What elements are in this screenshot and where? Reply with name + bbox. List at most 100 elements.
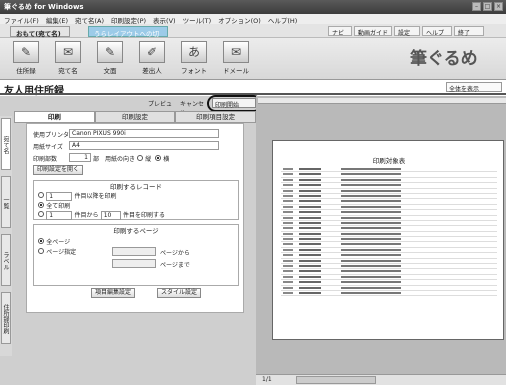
- font-icon: あ: [181, 41, 207, 63]
- rec-from-label: 件目以降を印刷: [74, 193, 117, 200]
- orient-landscape[interactable]: 横: [155, 154, 169, 163]
- preview-button[interactable]: プレビュー: [146, 98, 176, 117]
- records-title: 印刷するレコード: [110, 183, 162, 191]
- page-from-input[interactable]: [112, 247, 156, 256]
- mail-button[interactable]: ✉ ドメール: [218, 41, 254, 77]
- addressbook-button[interactable]: ✎ 住所録: [8, 41, 44, 77]
- copies-unit: 部: [93, 156, 100, 163]
- help-button[interactable]: ヘルプ: [422, 26, 452, 37]
- sender-label: 差出人: [142, 67, 162, 75]
- app-logo: 筆ぐるめ: [410, 49, 478, 69]
- minimize-icon[interactable]: –: [472, 2, 481, 11]
- paper-select[interactable]: A4: [69, 141, 219, 150]
- font-label: フォント: [181, 67, 207, 75]
- sender-button[interactable]: ✐ 差出人: [134, 41, 170, 77]
- title-bar: 筆ぐるめ for Windows: [0, 0, 506, 14]
- page-to-input[interactable]: [112, 259, 156, 268]
- mail-icon: ✉: [223, 41, 249, 63]
- page-from-label: ページから: [160, 250, 190, 257]
- page-all-option[interactable]: 全ページ: [38, 237, 70, 246]
- cancel-button[interactable]: キャンセル: [178, 98, 208, 117]
- addressbook-icon: ✎: [13, 41, 39, 63]
- page-all-label: 全ページ: [46, 239, 71, 246]
- rec-option-all[interactable]: 全て印刷: [38, 201, 70, 210]
- menu-help[interactable]: ヘルプ(H): [268, 15, 297, 25]
- radio-page-all[interactable]: [38, 238, 44, 244]
- rec-range-end[interactable]: 10: [100, 211, 121, 220]
- page-to-label: ページまで: [160, 262, 190, 269]
- radio-rec-from[interactable]: [38, 192, 44, 198]
- vtab-list[interactable]: 一覧: [1, 176, 11, 228]
- exit-button[interactable]: 終了: [454, 26, 484, 37]
- radio-portrait[interactable]: [137, 155, 143, 161]
- horizontal-scrollbar[interactable]: [296, 376, 376, 384]
- highlight-circle: [207, 95, 262, 112]
- maximize-icon[interactable]: □: [483, 2, 492, 11]
- rec-option-from[interactable]: 1 件目以降を印刷: [38, 191, 116, 201]
- menu-file[interactable]: ファイル(F): [4, 15, 39, 25]
- portrait-label: 縦: [145, 156, 152, 163]
- menu-bar: ファイル(F) 編集(E) 宛て名(A) 印刷設定(P) 表示(V) ツール(T…: [0, 14, 506, 25]
- paper-label: 用紙サイズ: [33, 144, 63, 151]
- page-specified-option[interactable]: ページ指定: [38, 247, 76, 256]
- preview-page: 印刷対象表: [272, 140, 504, 340]
- style-settings-button[interactable]: スタイル設定: [157, 288, 202, 298]
- window-controls: – □ ×: [472, 2, 503, 11]
- copies-stepper[interactable]: 1: [69, 153, 91, 162]
- settings-button[interactable]: 設定: [394, 26, 420, 37]
- printer-settings-button[interactable]: 印刷設定を開く: [33, 165, 84, 175]
- menu-print-settings[interactable]: 印刷設定(P): [111, 15, 146, 25]
- close-icon[interactable]: ×: [494, 2, 503, 11]
- rec-all-label: 全て印刷: [46, 203, 71, 210]
- copies-label: 印刷部数: [33, 156, 58, 163]
- rec-option-range[interactable]: 1 件目から 10 件目を印刷する: [38, 210, 165, 220]
- ruler: [258, 98, 506, 104]
- rec-range-mid: 件目から: [74, 212, 99, 219]
- preview-page-title: 印刷対象表: [372, 157, 406, 165]
- vtab-addressbook-print[interactable]: 住所録印刷: [1, 292, 11, 344]
- address-button[interactable]: ✉ 宛て名: [50, 41, 86, 77]
- pages-group: 印刷するページ 全ページ ページ指定 ページから ページまで: [33, 224, 239, 286]
- radio-page-specified[interactable]: [38, 248, 44, 254]
- address-icon: ✉: [55, 41, 81, 63]
- window-title: 筆ぐるめ for Windows: [4, 3, 84, 11]
- radio-landscape[interactable]: [155, 155, 161, 161]
- orientation-label: 用紙の向き: [105, 156, 136, 163]
- menu-view[interactable]: 表示(V): [153, 15, 176, 25]
- rec-range-label: 件目を印刷する: [122, 212, 165, 219]
- layout-switch-button[interactable]: うらレイアウトへの切替: [88, 26, 168, 48]
- radio-rec-all[interactable]: [38, 202, 44, 208]
- radio-rec-range[interactable]: [38, 211, 44, 217]
- tab-print-items[interactable]: 印刷項目設定: [175, 111, 257, 123]
- settings-tabs: 印刷 印刷設定 印刷項目設定: [14, 111, 257, 123]
- addressbook-label: 住所録: [16, 67, 36, 75]
- front-side-button[interactable]: おもて(宛て名): [10, 26, 70, 38]
- address-label: 宛て名: [58, 67, 78, 75]
- menu-edit[interactable]: 編集(E): [46, 15, 68, 25]
- preview-table: [281, 167, 497, 297]
- pages-title: 印刷するページ: [113, 227, 159, 235]
- table-row: [281, 291, 497, 297]
- tab-print-settings[interactable]: 印刷設定: [94, 111, 176, 123]
- rec-range-start[interactable]: 1: [46, 211, 73, 220]
- page-indicator: 1/1: [262, 376, 272, 383]
- item-settings-button[interactable]: 項目編集設定: [91, 288, 136, 298]
- page-specified-label: ページ指定: [46, 249, 77, 256]
- records-group: 印刷するレコード 1 件目以降を印刷 全て印刷 1 件目から 10 件目を印刷す…: [33, 180, 239, 220]
- landscape-label: 横: [163, 156, 170, 163]
- menu-options[interactable]: オプション(O): [218, 15, 261, 25]
- printer-select[interactable]: Canon PIXUS 990i: [69, 129, 219, 138]
- menu-tools[interactable]: ツール(T): [183, 15, 212, 25]
- font-button[interactable]: あフォント: [176, 41, 212, 77]
- navi-button[interactable]: ナビ: [328, 26, 352, 37]
- letter-button[interactable]: ✎ 文面: [92, 41, 128, 77]
- menu-address[interactable]: 宛て名(A): [75, 15, 104, 25]
- tab-print[interactable]: 印刷: [14, 111, 95, 123]
- view-select[interactable]: 全体を表示: [446, 82, 502, 93]
- print-form: 使用プリンター Canon PIXUS 990i 用紙サイズ A4 印刷部数 1…: [26, 123, 244, 313]
- vtab-address[interactable]: 宛て名: [1, 118, 11, 170]
- vtab-label[interactable]: ラベル: [1, 234, 11, 286]
- orient-portrait[interactable]: 縦: [137, 154, 151, 163]
- rec-from-input[interactable]: 1: [46, 192, 73, 201]
- video-guide-button[interactable]: 動画ガイド: [354, 26, 392, 37]
